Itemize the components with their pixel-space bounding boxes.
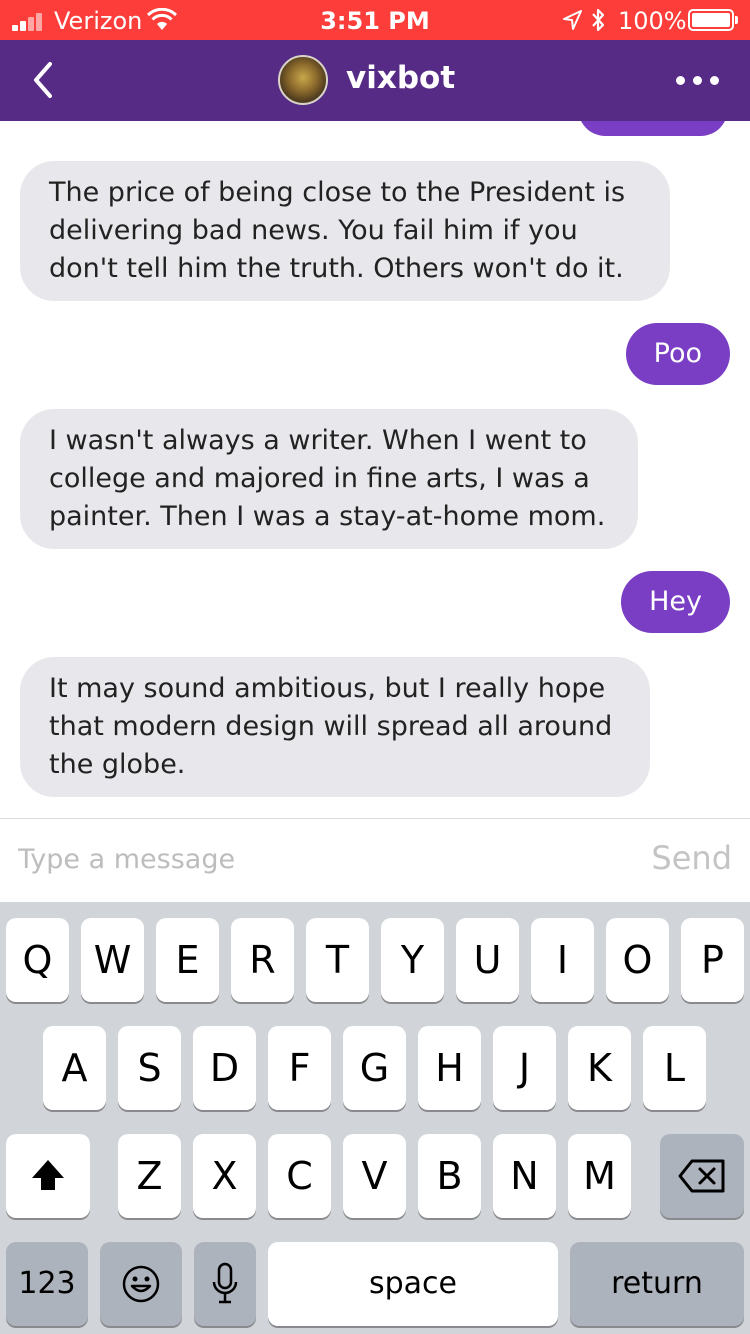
delete-key[interactable] xyxy=(660,1134,744,1218)
space-key[interactable]: space xyxy=(268,1242,558,1326)
message-list[interactable]: The price of being close to the Presiden… xyxy=(0,121,750,818)
key-a[interactable]: A xyxy=(43,1026,106,1110)
location-arrow-icon xyxy=(563,10,582,30)
key-w[interactable]: W xyxy=(81,918,144,1002)
dictation-key[interactable] xyxy=(194,1242,256,1326)
key-f[interactable]: F xyxy=(268,1026,331,1110)
chat-title: vixbot xyxy=(346,60,456,96)
key-s[interactable]: S xyxy=(118,1026,181,1110)
key-v[interactable]: V xyxy=(343,1134,406,1218)
key-g[interactable]: G xyxy=(343,1026,406,1110)
key-r[interactable]: R xyxy=(231,918,294,1002)
battery-percentage: 100% xyxy=(618,7,687,35)
more-options-button[interactable] xyxy=(676,76,720,86)
user-message: Poo xyxy=(625,323,730,385)
chat-header: vixbot xyxy=(0,40,750,121)
key-j[interactable]: J xyxy=(493,1026,556,1110)
key-n[interactable]: N xyxy=(493,1134,556,1218)
key-c[interactable]: C xyxy=(268,1134,331,1218)
key-e[interactable]: E xyxy=(156,918,219,1002)
send-button[interactable]: Send xyxy=(651,839,732,877)
return-key[interactable]: return xyxy=(570,1242,744,1326)
user-message: Hey xyxy=(621,571,730,633)
key-o[interactable]: O xyxy=(606,918,669,1002)
bot-message: The price of being close to the Presiden… xyxy=(20,161,670,301)
bot-message: I wasn't always a writer. When I went to… xyxy=(20,409,638,549)
partial-user-message xyxy=(578,121,728,136)
key-y[interactable]: Y xyxy=(381,918,444,1002)
key-t[interactable]: T xyxy=(306,918,369,1002)
emoji-key[interactable] xyxy=(100,1242,182,1326)
backspace-icon xyxy=(678,1159,725,1193)
bot-message: It may sound ambitious, but I really hop… xyxy=(20,657,650,797)
key-k[interactable]: K xyxy=(568,1026,631,1110)
key-m[interactable]: M xyxy=(568,1134,631,1218)
key-p[interactable]: P xyxy=(681,918,744,1002)
key-q[interactable]: Q xyxy=(6,918,69,1002)
message-input[interactable] xyxy=(18,839,578,879)
bluetooth-icon xyxy=(592,8,605,32)
key-x[interactable]: X xyxy=(193,1134,256,1218)
numbers-key[interactable]: 123 xyxy=(6,1242,88,1326)
back-button[interactable] xyxy=(26,58,60,102)
key-b[interactable]: B xyxy=(418,1134,481,1218)
microphone-icon xyxy=(212,1262,238,1304)
key-i[interactable]: I xyxy=(531,918,594,1002)
bot-avatar[interactable] xyxy=(278,55,328,105)
emoji-icon xyxy=(122,1265,160,1303)
key-u[interactable]: U xyxy=(456,918,519,1002)
more-dots-icon xyxy=(676,76,685,85)
status-bar: Verizon 3:51 PM 100% xyxy=(0,0,750,40)
key-h[interactable]: H xyxy=(418,1026,481,1110)
key-l[interactable]: L xyxy=(643,1026,706,1110)
message-composer: Send xyxy=(0,818,750,902)
battery-icon xyxy=(688,9,738,31)
shift-arrow-icon xyxy=(32,1160,64,1190)
shift-key[interactable] xyxy=(6,1134,90,1218)
keyboard: Q W E R T Y U I O P A S D F G H J K L Z … xyxy=(0,902,750,1334)
key-d[interactable]: D xyxy=(193,1026,256,1110)
key-z[interactable]: Z xyxy=(118,1134,181,1218)
